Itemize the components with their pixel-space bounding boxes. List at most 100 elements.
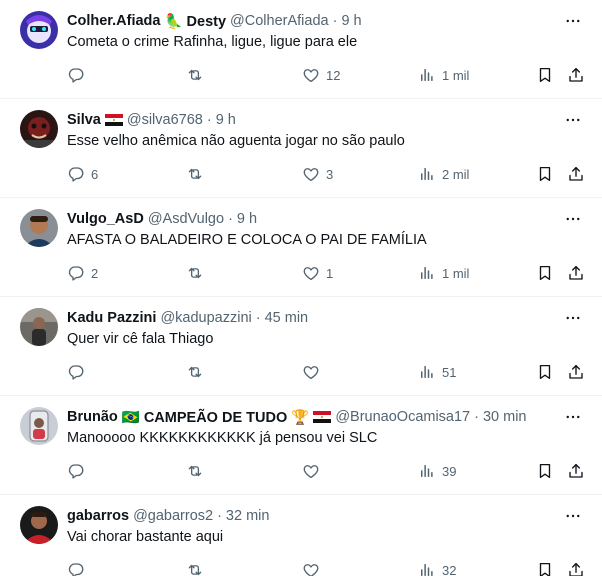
- bookmark-icon: [536, 561, 554, 576]
- user-handle[interactable]: @AsdVulgo: [148, 211, 224, 227]
- action-bar: 39: [0, 460, 602, 482]
- retweet-button[interactable]: [186, 559, 210, 576]
- views-button[interactable]: 1 mil: [418, 262, 469, 284]
- bookmark-button[interactable]: [536, 361, 554, 383]
- bookmark-button[interactable]: [536, 163, 554, 185]
- display-name[interactable]: gabarros: [67, 508, 129, 524]
- retweet-button[interactable]: [186, 64, 210, 86]
- share-button[interactable]: [567, 559, 585, 576]
- reply-button[interactable]: [67, 361, 91, 383]
- bookmark-button[interactable]: [536, 559, 554, 576]
- user-handle[interactable]: @kadupazzini: [160, 310, 251, 326]
- share-icon: [567, 264, 585, 282]
- bookmark-button[interactable]: [536, 460, 554, 482]
- tweet-header: Kadu Pazzini @kadupazzini · 45 min: [67, 308, 562, 328]
- heart-icon: [302, 165, 320, 183]
- share-icon: [567, 462, 585, 480]
- timestamp[interactable]: 45 min: [265, 310, 309, 326]
- reply-button[interactable]: [67, 460, 91, 482]
- bookmark-icon: [536, 363, 554, 381]
- display-name[interactable]: Kadu Pazzini: [67, 310, 156, 326]
- like-button[interactable]: 1: [302, 262, 333, 284]
- like-button[interactable]: [302, 559, 326, 576]
- tweet[interactable]: Brunão 🇧🇷 CAMPEÃO DE TUDO 🏆 @BrunaoOcami…: [0, 396, 602, 495]
- like-button[interactable]: [302, 361, 326, 383]
- display-name[interactable]: Vulgo_AsD: [67, 211, 144, 227]
- tweet[interactable]: Silva @silva6768 · 9 h Esse velho anêmic…: [0, 99, 602, 198]
- user-handle[interactable]: @silva6768: [127, 112, 203, 128]
- avatar[interactable]: [20, 407, 58, 445]
- retweet-icon: [186, 66, 204, 84]
- share-button[interactable]: [567, 64, 585, 86]
- views-button[interactable]: 1 mil: [418, 64, 469, 86]
- heart-icon: [302, 363, 320, 381]
- bookmark-button[interactable]: [536, 262, 554, 284]
- like-button[interactable]: 12: [302, 64, 340, 86]
- views-chart-icon: [418, 462, 436, 480]
- heart-icon: [302, 561, 320, 576]
- reply-button[interactable]: 2: [67, 262, 98, 284]
- tweet[interactable]: gabarros @gabarros2 · 32 min Vai chorar …: [0, 495, 602, 576]
- share-icon: [567, 363, 585, 381]
- like-count: 3: [326, 166, 334, 182]
- tweet[interactable]: Kadu Pazzini @kadupazzini · 45 min Quer …: [0, 297, 602, 396]
- reply-button[interactable]: 6: [67, 163, 98, 185]
- tweet-header: Silva @silva6768 · 9 h: [67, 110, 562, 130]
- views-button[interactable]: 32: [418, 559, 456, 576]
- views-button[interactable]: 2 mil: [418, 163, 469, 185]
- retweet-button[interactable]: [186, 361, 210, 383]
- reply-count: 6: [91, 166, 99, 182]
- action-bar: 2 1 1 mil: [0, 262, 602, 284]
- retweet-button[interactable]: [186, 262, 210, 284]
- timestamp[interactable]: 9 h: [216, 112, 236, 128]
- more-dots-icon[interactable]: [562, 208, 584, 230]
- user-handle[interactable]: @gabarros2: [133, 508, 213, 524]
- avatar[interactable]: [20, 209, 58, 247]
- reply-icon: [67, 165, 85, 183]
- avatar[interactable]: [20, 506, 58, 544]
- tweet-text: Cometa o crime Rafinha, ligue, ligue par…: [67, 34, 358, 50]
- reply-button[interactable]: [67, 64, 91, 86]
- tweet[interactable]: Colher.Afiada 🦜 Desty @ColherAfiada · 9 …: [0, 0, 602, 99]
- more-dots-icon[interactable]: [562, 109, 584, 131]
- separator-dot: ·: [332, 13, 338, 29]
- timestamp[interactable]: 9 h: [237, 211, 257, 227]
- heart-icon: [302, 264, 320, 282]
- share-button[interactable]: [567, 460, 585, 482]
- more-dots-icon[interactable]: [562, 406, 584, 428]
- flag-egypt-icon: [104, 114, 123, 126]
- views-count: 2 mil: [442, 166, 470, 182]
- reply-button[interactable]: [67, 559, 91, 576]
- tweet[interactable]: Vulgo_AsD @AsdVulgo · 9 h AFASTA O BALAD…: [0, 198, 602, 297]
- avatar[interactable]: [20, 110, 58, 148]
- more-dots-icon[interactable]: [562, 307, 584, 329]
- display-name[interactable]: Silva: [67, 112, 101, 128]
- name-badges: 🇧🇷 CAMPEÃO DE TUDO 🏆: [121, 409, 310, 426]
- display-name[interactable]: Colher.Afiada: [67, 13, 160, 29]
- share-button[interactable]: [567, 262, 585, 284]
- timestamp[interactable]: 32 min: [226, 508, 270, 524]
- separator-dot: ·: [474, 409, 479, 425]
- share-icon: [567, 165, 585, 183]
- retweet-button[interactable]: [186, 163, 210, 185]
- like-button[interactable]: 3: [302, 163, 333, 185]
- bookmark-button[interactable]: [536, 64, 554, 86]
- timestamp[interactable]: 30 min: [483, 409, 527, 425]
- user-handle[interactable]: @ColherAfiada: [230, 13, 329, 29]
- share-button[interactable]: [567, 163, 585, 185]
- timestamp[interactable]: 9 h: [341, 13, 361, 29]
- like-button[interactable]: [302, 460, 326, 482]
- avatar[interactable]: [20, 308, 58, 346]
- more-dots-icon[interactable]: [562, 505, 584, 527]
- views-button[interactable]: 39: [418, 460, 456, 482]
- replies-feed: Colher.Afiada 🦜 Desty @ColherAfiada · 9 …: [0, 0, 602, 576]
- share-button[interactable]: [567, 361, 585, 383]
- more-dots-icon[interactable]: [562, 10, 584, 32]
- retweet-icon: [186, 363, 204, 381]
- retweet-button[interactable]: [186, 460, 210, 482]
- views-button[interactable]: 51: [418, 361, 456, 383]
- display-name[interactable]: Brunão: [67, 409, 118, 425]
- reply-icon: [67, 363, 85, 381]
- user-handle[interactable]: @BrunaoOcamisa17: [335, 409, 470, 425]
- avatar[interactable]: [20, 11, 58, 49]
